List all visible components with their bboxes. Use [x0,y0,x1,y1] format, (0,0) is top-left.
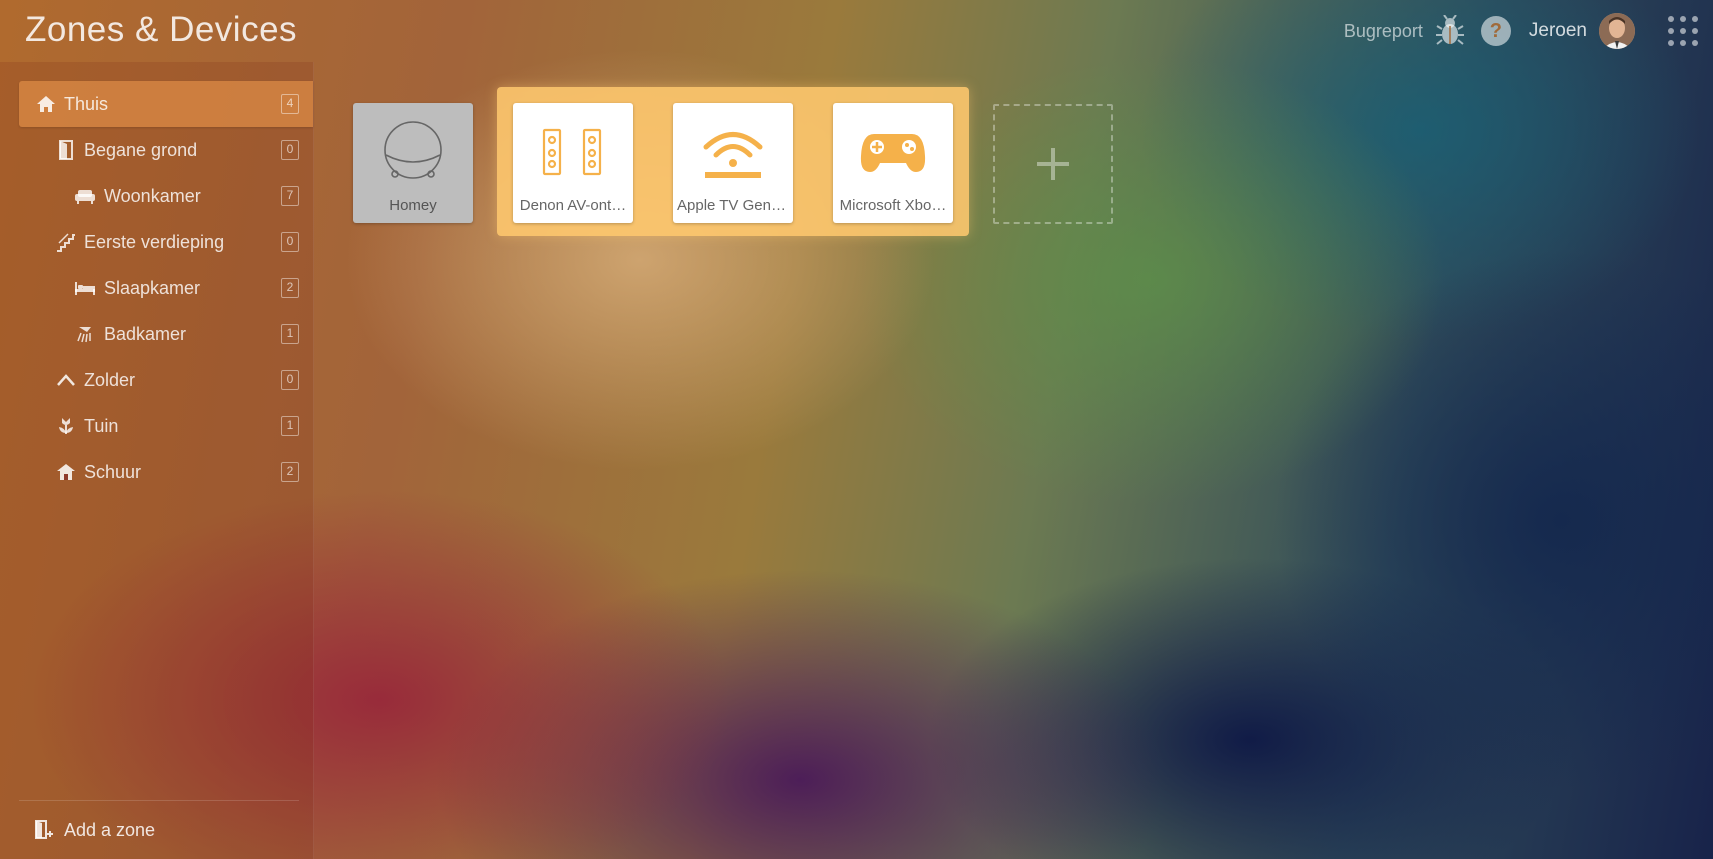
zone-device-count: 2 [281,462,299,482]
page-title: Zones & Devices [25,10,298,49]
bug-icon[interactable] [1435,15,1465,47]
zone-item-zolder[interactable]: Zolder 0 [0,357,313,403]
stairs-icon [55,231,77,253]
zone-name: Begane grond [84,139,198,160]
zone-device-count: 1 [281,416,299,436]
zone-item-slaapkamer[interactable]: Slaapkamer 2 [0,265,313,311]
zone-name: Slaapkamer [104,277,201,298]
device-card-apple-tv[interactable]: Apple TV Gen … [673,103,793,223]
gamepad-icon [833,117,953,189]
top-right-controls: Bugreport ? Jeroen [1344,11,1701,51]
zone-item-begane-grond[interactable]: Begane grond 0 [0,127,313,173]
zone-device-count: 7 [281,186,299,206]
zone-name: Woonkamer [104,185,201,206]
device-name: Homey [389,197,437,214]
zone-device-count: 0 [281,140,299,160]
zone-item-schuur[interactable]: Schuur 2 [0,449,313,495]
device-area: Homey Denon AV-ont… Apple TV Gen … Micro… [314,62,1713,859]
zone-item-badkamer[interactable]: Badkamer 1 [0,311,313,357]
bugreport-link[interactable]: Bugreport [1344,21,1423,42]
device-name: Denon AV-ont… [519,197,627,214]
shed-icon [55,461,77,483]
zone-name: Schuur [84,461,142,482]
home-icon [35,93,57,115]
device-card-denon[interactable]: Denon AV-ont… [513,103,633,223]
zone-device-count: 1 [281,324,299,344]
device-card-xbox[interactable]: Microsoft Xbo… [833,103,953,223]
zone-name: Zolder [84,369,136,390]
avatar-image [1599,13,1635,49]
avatar[interactable] [1599,13,1635,49]
zone-item-woonkamer[interactable]: Woonkamer 7 [0,173,313,219]
top-bar: Zones & Devices Bugreport ? Jeroen [0,0,1713,62]
zone-name: Tuin [84,415,119,436]
zone-item-tuin[interactable]: Tuin 1 [0,403,313,449]
zone-device-count: 0 [281,370,299,390]
zone-device-count: 4 [281,94,299,114]
add-zone-button[interactable]: Add a zone [34,810,155,850]
sidebar-divider [19,800,299,801]
add-door-icon [35,820,53,839]
zone-device-count: 0 [281,232,299,252]
add-device-button[interactable] [993,104,1113,224]
apple-tv-icon [673,117,793,189]
apps-grid-icon[interactable] [1665,13,1701,49]
zone-name: Eerste verdieping [84,231,225,252]
help-icon[interactable]: ? [1480,16,1511,46]
zones-sidebar: Thuis 4 Begane grond 0 Woonkamer 7 Eerst… [0,62,314,859]
homey-icon [353,117,473,189]
zone-device-count: 2 [281,278,299,298]
speakers-icon [513,117,633,189]
device-card-homey[interactable]: Homey [353,103,473,223]
add-zone-label: Add a zone [64,819,156,840]
device-name: Apple TV Gen … [677,197,789,214]
zone-name: Badkamer [104,323,187,344]
plus-icon [1037,148,1069,180]
attic-icon [55,369,77,391]
flower-icon [55,415,77,437]
device-name: Microsoft Xbo… [839,197,947,214]
shower-icon [74,323,96,345]
zone-name: Thuis [64,93,109,114]
sofa-icon [74,185,96,207]
bed-icon [74,277,96,299]
username[interactable]: Jeroen [1529,20,1587,42]
zone-item-thuis[interactable]: Thuis 4 [19,81,313,127]
zone-item-eerste-verdieping[interactable]: Eerste verdieping 0 [0,219,313,265]
door-icon [55,139,77,161]
zone-list: Thuis 4 Begane grond 0 Woonkamer 7 Eerst… [0,81,313,495]
